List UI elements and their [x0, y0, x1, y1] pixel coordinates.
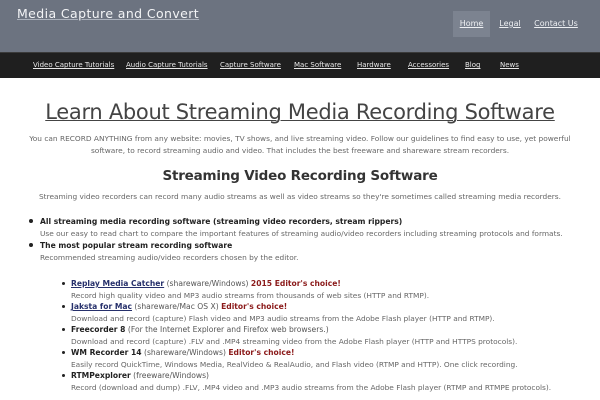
list-item: All streaming media recording software (…	[27, 216, 587, 240]
nav-video-capture-tutorials[interactable]: Video Capture Tutorials	[33, 53, 114, 79]
product-description: Easily record QuickTime, Windows Media, …	[71, 359, 518, 369]
bullet-icon	[62, 351, 65, 354]
list-item: The most popular stream recording softwa…	[27, 240, 587, 264]
site-title-link[interactable]: Media Capture and Convert	[17, 6, 199, 21]
list-item-heading-link[interactable]: The most popular stream recording softwa…	[40, 240, 587, 252]
bullet-icon	[62, 328, 65, 331]
list-item-description: Recommended streaming audio/video record…	[40, 253, 299, 262]
product-description: Record (download and dump) .FLV, .MP4 vi…	[71, 382, 552, 392]
product-link[interactable]: Replay Media Catcher	[71, 279, 164, 288]
product-type: (shareware/Windows)	[164, 279, 251, 288]
page-title: Learn About Streaming Media Recording So…	[45, 100, 555, 124]
list-item-heading-link[interactable]: All streaming media recording software (…	[40, 216, 587, 228]
bullet-icon	[62, 282, 65, 285]
product-description: Record high quality video and MP3 audio …	[71, 290, 430, 300]
section-description: Streaming video recorders can record man…	[38, 192, 561, 201]
product-list: Replay Media Catcher (shareware/Windows)…	[62, 278, 592, 393]
nav-blog[interactable]: Blog	[465, 53, 480, 79]
product-item: WM Recorder 14 (shareware/Windows) Edito…	[62, 347, 592, 370]
top-nav-home[interactable]: Home	[453, 11, 490, 37]
product-type: (For the Internet Explorer and Firefox w…	[125, 325, 329, 334]
main-nav-bar: Video Capture Tutorials Audio Capture Tu…	[0, 52, 600, 78]
bullet-icon	[29, 243, 33, 247]
intro-text: You can RECORD ANYTHING from any website…	[29, 134, 571, 155]
editors-choice-badge: Editor's choice!	[221, 302, 288, 311]
bullet-icon	[62, 374, 65, 377]
product-type: (freeware/Windows)	[130, 371, 210, 380]
product-type: (shareware/Mac OS X)	[132, 302, 222, 311]
bullet-icon	[29, 219, 33, 223]
list-item-description: Use our easy to read chart to compare th…	[40, 229, 563, 238]
site-header: Media Capture and Convert Home Legal Con…	[0, 0, 600, 52]
feature-list: All streaming media recording software (…	[27, 216, 587, 264]
top-nav-legal[interactable]: Legal	[490, 11, 530, 37]
product-name[interactable]: RTMPexplorer	[71, 371, 131, 380]
nav-hardware[interactable]: Hardware	[357, 53, 391, 79]
product-item: Jaksta for Mac (shareware/Mac OS X) Edit…	[62, 301, 592, 324]
nav-accessories[interactable]: Accessories	[408, 53, 449, 79]
section-title: Streaming Video Recording Software	[162, 168, 438, 184]
product-type: (shareware/Windows)	[141, 348, 229, 357]
top-nav-contact-us[interactable]: Contact Us	[530, 11, 582, 37]
product-item: Replay Media Catcher (shareware/Windows)…	[62, 278, 592, 301]
nav-news[interactable]: News	[500, 53, 519, 79]
product-item: RTMPexplorer (freeware/Windows) Record (…	[62, 370, 592, 393]
nav-mac-software[interactable]: Mac Software	[294, 53, 341, 79]
nav-capture-software[interactable]: Capture Software	[220, 53, 281, 79]
product-description: Download and record (capture) Flash vide…	[71, 313, 495, 323]
product-name[interactable]: WM Recorder 14	[71, 348, 142, 357]
product-item: Freecorder 8 (For the Internet Explorer …	[62, 324, 592, 347]
product-link[interactable]: Jaksta for Mac	[71, 302, 132, 311]
product-description: Download and record (capture) .FLV and .…	[71, 336, 518, 346]
bullet-icon	[62, 305, 65, 308]
nav-audio-capture-tutorials[interactable]: Audio Capture Tutorials	[126, 53, 208, 79]
product-name[interactable]: Freecorder 8	[71, 325, 125, 334]
editors-choice-badge: Editor's choice!	[228, 348, 295, 357]
editors-choice-badge: 2015 Editor's choice!	[250, 279, 341, 288]
